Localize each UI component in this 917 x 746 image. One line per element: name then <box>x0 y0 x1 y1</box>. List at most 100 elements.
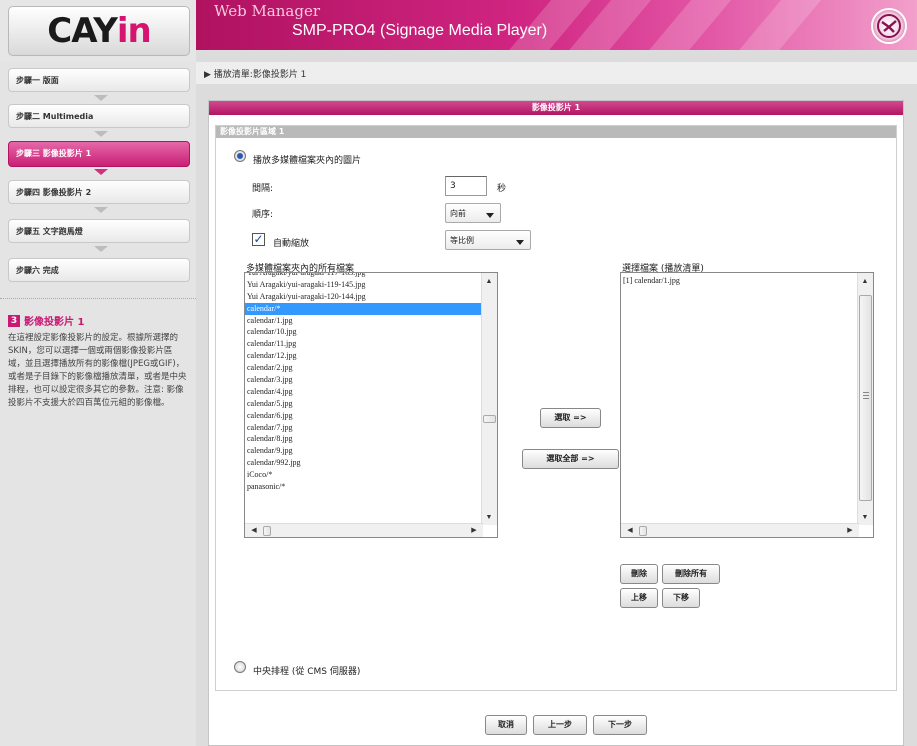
autoplay-checkbox[interactable]: ✓ <box>252 233 265 246</box>
select-button[interactable]: 選取 => <box>540 408 601 428</box>
interval-label: 間隔: <box>252 184 274 194</box>
source-list-item[interactable]: calendar/5.jpg <box>245 398 481 410</box>
source-list-item[interactable]: calendar/8.jpg <box>245 433 481 445</box>
source-list-item[interactable]: calendar/4.jpg <box>245 386 481 398</box>
step-label: 步驟五 文字跑馬燈 <box>16 227 83 236</box>
help-title: 3 影像投影片 1 <box>8 313 188 328</box>
move-down-button[interactable]: 下移 <box>662 588 700 608</box>
order-label: 順序: <box>252 210 274 220</box>
step-label: 步驟一 版面 <box>16 76 59 85</box>
source-list-item[interactable]: calendar/11.jpg <box>245 338 481 350</box>
header-sub-bar <box>196 50 917 62</box>
source-vertical-scrollbar[interactable]: ▲ ▼ <box>481 273 497 525</box>
central-schedule-radio[interactable] <box>234 661 246 673</box>
step-arrow-icon <box>94 169 108 175</box>
main-area: 影像投影片 1 影像投影片區域 1 播放多媒體檔案夾內的圖片 間隔: 3 秒 順… <box>196 84 917 746</box>
source-horizontal-scrollbar[interactable]: ◀ ▶ <box>245 523 483 537</box>
play-all-radio[interactable] <box>234 150 246 162</box>
source-list-item[interactable]: calendar/3.jpg <box>245 374 481 386</box>
playlist-vertical-scrollbar[interactable]: ▲ ▼ <box>857 273 873 525</box>
chevron-down-icon <box>516 240 524 245</box>
source-list-item[interactable]: calendar/2.jpg <box>245 362 481 374</box>
section-title: 影像投影片區域 1 <box>216 126 896 138</box>
playlist-file-list[interactable]: [1] calendar/1.jpg ▲ ▼ ◀ ▶ <box>620 272 874 538</box>
source-list-item[interactable]: iCoco/* <box>245 469 481 481</box>
source-list-item[interactable]: Yui Aragaki/yui-aragaki-117-163.jpg <box>245 273 481 279</box>
source-list-item[interactable]: calendar/1.jpg <box>245 315 481 327</box>
source-list-item[interactable]: calendar/7.jpg <box>245 422 481 434</box>
scroll-up-icon[interactable]: ▲ <box>482 277 496 285</box>
step-5-text-marquee[interactable]: 步驟五 文字跑馬燈 <box>8 219 190 243</box>
step-label: 步驟四 影像投影片 2 <box>16 188 92 197</box>
source-hscroll-thumb[interactable] <box>263 526 271 536</box>
help-title-text: 影像投影片 1 <box>24 317 85 328</box>
interval-input[interactable]: 3 <box>445 176 487 196</box>
slideshow-area-section: 影像投影片區域 1 播放多媒體檔案夾內的圖片 間隔: 3 秒 順序: 向前 ✓ … <box>215 125 897 691</box>
source-list-item[interactable]: calendar/10.jpg <box>245 326 481 338</box>
chevron-down-icon <box>486 213 494 218</box>
step-arrow-icon <box>94 95 108 101</box>
header-banner: Web Manager SMP-PRO4 (Signage Media Play… <box>196 0 917 50</box>
scroll-right-icon[interactable]: ▶ <box>467 526 481 534</box>
scroll-down-icon[interactable]: ▼ <box>858 513 872 521</box>
step-label: 步驟三 影像投影片 1 <box>16 149 92 158</box>
help-step-number: 3 <box>8 314 20 327</box>
logo-main-text: CAY <box>47 11 118 51</box>
source-list-item[interactable]: calendar/* <box>245 302 481 315</box>
scroll-down-icon[interactable]: ▼ <box>482 513 496 521</box>
select-all-button[interactable]: 選取全部 => <box>522 449 619 469</box>
play-all-label: 播放多媒體檔案夾內的圖片 <box>253 156 362 166</box>
app-title: Web Manager <box>214 2 320 20</box>
brand-emblem-icon <box>871 8 907 44</box>
order-select-value: 向前 <box>450 209 466 218</box>
scale-select[interactable]: 等比例 <box>445 230 531 250</box>
wizard-sidebar: 步驟一 版面 步驟二 Multimedia 步驟三 影像投影片 1 步驟四 影像… <box>0 62 196 746</box>
scroll-up-icon[interactable]: ▲ <box>858 277 872 285</box>
cayin-logo: CAYin <box>8 6 190 56</box>
playlist-list-item[interactable]: [1] calendar/1.jpg <box>621 275 857 287</box>
step-label: 步驟二 Multimedia <box>16 112 94 121</box>
autoplay-label: 自動縮放 <box>273 239 310 249</box>
panel-title: 影像投影片 1 <box>209 101 903 115</box>
playlist-hscroll-thumb[interactable] <box>639 526 647 536</box>
central-schedule-label: 中央排程 (從 CMS 伺服器) <box>253 667 361 677</box>
step-arrow-icon <box>94 246 108 252</box>
step-4-image-slideshow-2[interactable]: 步驟四 影像投影片 2 <box>8 180 190 204</box>
source-file-list[interactable]: Yui Aragaki/yui-aragaki-117-163.jpg Yui A… <box>244 272 498 538</box>
source-list-item[interactable]: Yui Aragaki/yui-aragaki-120-144.jpg <box>245 291 481 303</box>
header: CAYin Web Manager SMP-PRO4 (Signage Medi… <box>0 0 917 62</box>
scroll-left-icon[interactable]: ◀ <box>623 526 637 534</box>
move-up-button[interactable]: 上移 <box>620 588 658 608</box>
source-list-item[interactable]: calendar/9.jpg <box>245 445 481 457</box>
cancel-button[interactable]: 取消 <box>485 715 527 735</box>
source-list-item[interactable]: calendar/6.jpg <box>245 410 481 422</box>
source-list-item[interactable]: Yui Aragaki/yui-aragaki-119-145.jpg <box>245 279 481 291</box>
interval-unit-label: 秒 <box>497 184 507 194</box>
step-3-image-slideshow-1[interactable]: 步驟三 影像投影片 1 <box>8 141 190 167</box>
source-list-item[interactable]: calendar/12.jpg <box>245 350 481 362</box>
help-text: 在這裡設定影像投影片的設定。根據所選擇的SKIN，您可以選擇一個或兩個影像投影片… <box>8 333 187 408</box>
scroll-left-icon[interactable]: ◀ <box>247 526 261 534</box>
breadcrumb: ▶ 播放清單:影像投影片 1 <box>196 62 917 84</box>
next-step-button[interactable]: 下一步 <box>593 715 647 735</box>
step-2-multimedia[interactable]: 步驟二 Multimedia <box>8 104 190 128</box>
source-scroll-thumb[interactable] <box>483 415 496 423</box>
scroll-right-icon[interactable]: ▶ <box>843 526 857 534</box>
step-6-finish[interactable]: 步驟六 完成 <box>8 258 190 282</box>
logo-accent-text: in <box>116 11 152 51</box>
source-list-item[interactable]: panasonic/* <box>245 481 481 493</box>
playlist-horizontal-scrollbar[interactable]: ◀ ▶ <box>621 523 859 537</box>
playlist-scroll-thumb[interactable] <box>859 295 872 501</box>
help-panel: 3 影像投影片 1 在這裡設定影像投影片的設定。根據所選擇的SKIN，您可以選擇… <box>0 298 196 746</box>
step-label: 步驟六 完成 <box>16 266 59 275</box>
delete-button[interactable]: 刪除 <box>620 564 658 584</box>
step-arrow-icon <box>94 207 108 213</box>
source-list-item[interactable]: calendar/992.jpg <box>245 457 481 469</box>
order-select[interactable]: 向前 <box>445 203 501 223</box>
step-arrow-icon <box>94 131 108 137</box>
previous-step-button[interactable]: 上一步 <box>533 715 587 735</box>
step-1-layout[interactable]: 步驟一 版面 <box>8 68 190 92</box>
device-subtitle: SMP-PRO4 (Signage Media Player) <box>292 22 548 39</box>
delete-all-button[interactable]: 刪除所有 <box>662 564 720 584</box>
scale-select-value: 等比例 <box>450 236 474 245</box>
